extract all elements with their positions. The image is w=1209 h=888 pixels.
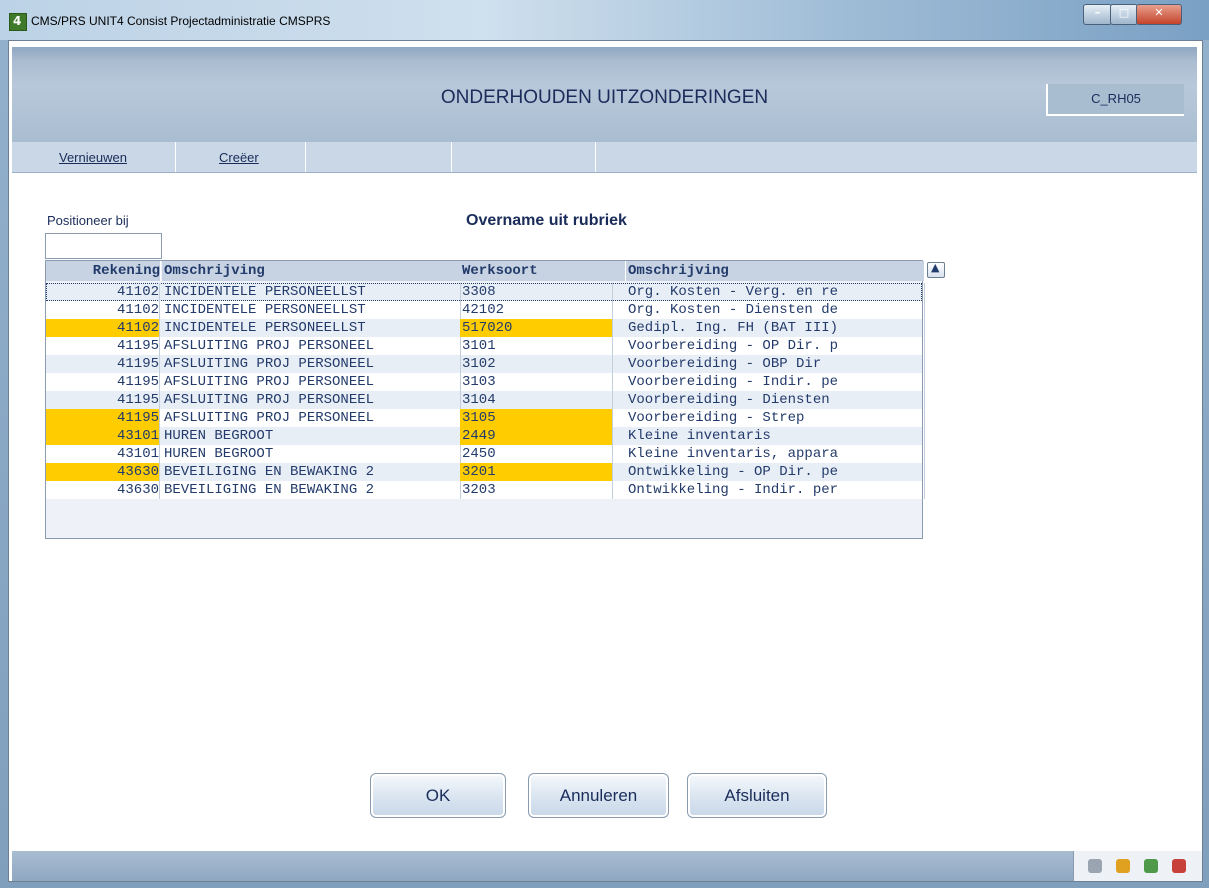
cell-rekening[interactable]: 41195 — [46, 355, 160, 373]
cell-werksoort[interactable]: 3103 — [460, 373, 613, 391]
menu-item-vernieuwen[interactable]: Vernieuwen — [45, 142, 176, 172]
cell-werksoort[interactable]: 2450 — [460, 445, 613, 463]
cell-werksoort[interactable]: 42102 — [460, 301, 613, 319]
cell-omschrijving-2[interactable]: Voorbereiding - OP Dir. p — [626, 337, 925, 355]
column-header-omschrijving-2[interactable]: Omschrijving — [626, 261, 924, 281]
cell-omschrijving[interactable]: AFSLUITING PROJ PERSONEEL — [162, 355, 461, 373]
cell-omschrijving-2[interactable]: Voorbereiding - Indir. pe — [626, 373, 925, 391]
cell-rekening[interactable]: 41195 — [46, 337, 160, 355]
page-header: ONDERHOUDEN UITZONDERINGEN — [12, 47, 1197, 142]
users-icon[interactable] — [1144, 859, 1158, 873]
cell-werksoort[interactable]: 3102 — [460, 355, 613, 373]
table-row[interactable]: 43101 HUREN BEGROOT 2450 Kleine inventaris,… — [46, 445, 925, 463]
cell-omschrijving[interactable]: HUREN BEGROOT — [162, 427, 461, 445]
table-row[interactable]: 41195 AFSLUITING PROJ PERSONEEL 3101 Voorbe… — [46, 337, 925, 355]
cell-omschrijving[interactable]: AFSLUITING PROJ PERSONEEL — [162, 409, 461, 427]
table-row[interactable]: 41195 AFSLUITING PROJ PERSONEEL 3102 Voorbe… — [46, 355, 925, 373]
cell-rekening[interactable]: 43630 — [46, 463, 160, 481]
table-row[interactable]: 43630 BEVEILIGING EN BEWAKING 2 3203 Ontwik… — [46, 481, 925, 499]
cell-omschrijving-2[interactable]: Ontwikkeling - OP Dir. pe — [626, 463, 925, 481]
cell-rekening[interactable]: 41195 — [46, 391, 160, 409]
cell-werksoort[interactable]: 3203 — [460, 481, 613, 499]
table-row[interactable]: 41195 AFSLUITING PROJ PERSONEEL 3103 Voorbe… — [46, 373, 925, 391]
cell-rekening[interactable]: 41195 — [46, 409, 160, 427]
menu-item-empty-2 — [451, 142, 596, 172]
table-row[interactable]: 43630 BEVEILIGING EN BEWAKING 2 3201 Ontwik… — [46, 463, 925, 481]
cell-rekening[interactable]: 41102 — [46, 319, 160, 337]
cell-werksoort[interactable]: 3101 — [460, 337, 613, 355]
page-title: ONDERHOUDEN UITZONDERINGEN — [440, 87, 769, 108]
cell-werksoort[interactable]: 3104 — [460, 391, 613, 409]
minimize-icon: – — [1094, 6, 1101, 19]
menu-item-creeer[interactable]: Creëer — [175, 142, 306, 172]
chevron-up-icon: ▲ — [931, 261, 940, 274]
cancel-button[interactable]: Annuleren — [528, 773, 669, 818]
tools-icon[interactable] — [1088, 859, 1102, 873]
table-row[interactable]: 41195 AFSLUITING PROJ PERSONEEL 3104 Voorbe… — [46, 391, 925, 409]
cell-omschrijving[interactable]: INCIDENTELE PERSONEELLST — [162, 283, 461, 301]
cell-omschrijving-2[interactable]: Kleine inventaris, appara — [626, 445, 925, 463]
cell-omschrijving-2[interactable]: Voorbereiding - OBP Dir — [626, 355, 925, 373]
column-header-rekening[interactable]: Rekening — [46, 261, 161, 281]
hammer-icon[interactable] — [1116, 859, 1130, 873]
cell-omschrijving[interactable]: BEVEILIGING EN BEWAKING 2 — [162, 481, 461, 499]
cell-werksoort[interactable]: 2449 — [460, 427, 613, 445]
table-row[interactable]: 41102 INCIDENTELE PERSONEELLST 517020 Gedip… — [46, 319, 925, 337]
column-header-werksoort[interactable]: Werksoort — [460, 261, 626, 281]
cell-omschrijving[interactable]: HUREN BEGROOT — [162, 445, 461, 463]
data-grid[interactable]: Rekening Omschrijving Werksoort Omschrij… — [45, 260, 925, 539]
tray-area — [1073, 851, 1202, 881]
cell-omschrijving[interactable]: AFSLUITING PROJ PERSONEEL — [162, 373, 461, 391]
cell-omschrijving[interactable]: AFSLUITING PROJ PERSONEEL — [162, 391, 461, 409]
column-header-omschrijving[interactable]: Omschrijving — [162, 261, 461, 281]
cell-rekening[interactable]: 41195 — [46, 373, 160, 391]
cell-rekening[interactable]: 43101 — [46, 427, 160, 445]
cell-werksoort[interactable]: 3201 — [460, 463, 613, 481]
table-row[interactable]: 41102 INCIDENTELE PERSONEELLST 3308 Org. Ko… — [46, 283, 925, 301]
cell-omschrijving[interactable]: INCIDENTELE PERSONEELLST — [162, 319, 461, 337]
table-row[interactable]: 41102 INCIDENTELE PERSONEELLST 42102 Org. K… — [46, 301, 925, 319]
application-window: 4 CMS/PRS UNIT4 Consist Projectadministr… — [0, 0, 1209, 888]
cell-omschrijving-2[interactable]: Gedipl. Ing. FH (BAT III) — [626, 319, 925, 337]
status-bar — [12, 851, 1197, 881]
minimize-button[interactable]: – — [1083, 4, 1112, 25]
cell-omschrijving-2[interactable]: Voorbereiding - Diensten — [626, 391, 925, 409]
close-icon: ✕ — [1154, 6, 1164, 19]
window-title: CMS/PRS UNIT4 Consist Projectadministrat… — [31, 14, 331, 28]
menu-item-empty-1 — [305, 142, 452, 172]
cell-omschrijving[interactable]: BEVEILIGING EN BEWAKING 2 — [162, 463, 461, 481]
table-row[interactable]: 41195 AFSLUITING PROJ PERSONEEL 3105 Voorbe… — [46, 409, 925, 427]
screen-code: C_RH05 — [1046, 84, 1184, 116]
cell-rekening[interactable]: 41102 — [46, 283, 160, 301]
cell-omschrijving-2[interactable]: Org. Kosten - Diensten de — [626, 301, 925, 319]
table-row[interactable]: 43101 HUREN BEGROOT 2449 Kleine inventaris — [46, 427, 925, 445]
app-logo-icon: 4 — [9, 13, 27, 31]
maximize-button[interactable]: □ — [1110, 4, 1138, 25]
cell-omschrijving-2[interactable]: Ontwikkeling - Indir. per — [626, 481, 925, 499]
maximize-icon: □ — [1118, 6, 1130, 19]
cell-omschrijving-2[interactable]: Voorbereiding - Strep — [626, 409, 925, 427]
title-bar[interactable]: 4 CMS/PRS UNIT4 Consist Projectadministr… — [0, 0, 1209, 40]
cell-werksoort[interactable]: 3105 — [460, 409, 613, 427]
position-label: Positioneer bij — [47, 213, 129, 228]
cell-werksoort[interactable]: 517020 — [460, 319, 613, 337]
scroll-up-button[interactable]: ▲ — [927, 261, 945, 278]
cell-rekening[interactable]: 43630 — [46, 481, 160, 499]
cell-rekening[interactable]: 43101 — [46, 445, 160, 463]
cell-omschrijving[interactable]: AFSLUITING PROJ PERSONEEL — [162, 337, 461, 355]
cube-icon[interactable] — [1172, 859, 1186, 873]
position-input[interactable] — [45, 233, 162, 259]
close-button[interactable]: ✕ — [1136, 4, 1182, 25]
ok-button[interactable]: OK — [370, 773, 506, 818]
cell-omschrijving-2[interactable]: Kleine inventaris — [626, 427, 925, 445]
cell-omschrijving-2[interactable]: Org. Kosten - Verg. en re — [626, 283, 925, 301]
table-title: Overname uit rubriek — [466, 212, 627, 229]
cell-werksoort[interactable]: 3308 — [460, 283, 613, 301]
cell-rekening[interactable]: 41102 — [46, 301, 160, 319]
exit-button[interactable]: Afsluiten — [687, 773, 827, 818]
cell-omschrijving[interactable]: INCIDENTELE PERSONEELLST — [162, 301, 461, 319]
menu-bar: Vernieuwen Creëer — [12, 142, 1197, 173]
